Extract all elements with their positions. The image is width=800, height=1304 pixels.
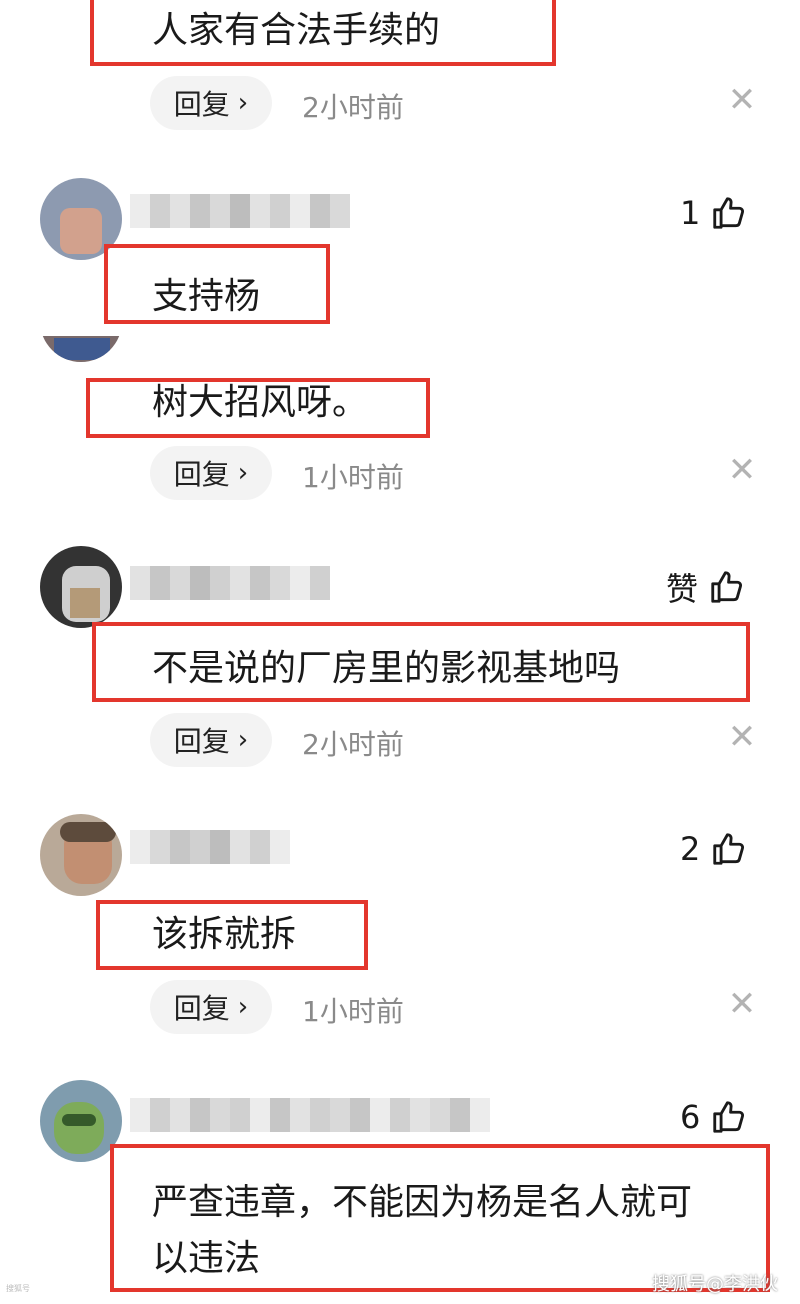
avatar[interactable] (40, 814, 122, 896)
like-count-value: 6 (680, 1098, 701, 1136)
like-count[interactable]: 2 (680, 830, 748, 868)
chevron-right-icon: › (237, 88, 249, 118)
chevron-right-icon: › (237, 725, 249, 755)
watermark: 搜狐号@李洪伙 (652, 1274, 778, 1295)
comment-text: 树大招风呀。 (152, 382, 369, 423)
reply-button[interactable]: 回复 › (150, 76, 272, 130)
close-icon[interactable]: ✕ (722, 984, 762, 1024)
reply-label: 回复 (173, 88, 230, 121)
reply-label: 回复 (173, 725, 230, 758)
username-blurred[interactable] (130, 194, 350, 228)
thumbs-up-icon (713, 833, 745, 865)
like-count[interactable]: 1 (680, 194, 748, 232)
comment-time: 1小时前 (302, 461, 404, 494)
comment-text-line-2: 以违法 (152, 1238, 261, 1279)
comment-time: 2小时前 (302, 91, 404, 124)
comment-text-line-1: 严查违章，不能因为杨是名人就可 (152, 1182, 693, 1223)
comment-text: 人家有合法手续的 (152, 10, 441, 51)
like-count-value: 2 (680, 830, 701, 868)
username-blurred[interactable] (130, 566, 330, 600)
reply-label: 回复 (173, 458, 230, 491)
corner-mark: 搜狐号 (6, 1284, 30, 1293)
username-blurred[interactable] (130, 1098, 490, 1132)
comment-text: 不是说的厂房里的影视基地吗 (152, 648, 621, 689)
close-icon[interactable]: ✕ (722, 80, 762, 120)
like-count[interactable]: 6 (680, 1098, 748, 1136)
avatar[interactable] (40, 546, 122, 628)
thumbs-up-icon (711, 571, 743, 603)
chevron-right-icon: › (237, 458, 249, 488)
chevron-right-icon: › (237, 992, 249, 1022)
reply-button[interactable]: 回复 › (150, 980, 272, 1034)
comment-time: 1小时前 (302, 995, 404, 1028)
like-count[interactable]: 赞 (666, 564, 746, 610)
reply-button[interactable]: 回复 › (150, 713, 272, 767)
close-icon[interactable]: ✕ (722, 717, 762, 757)
comment-text: 支持杨 (152, 276, 261, 317)
comment-time: 2小时前 (302, 728, 404, 761)
comment-text: 该拆就拆 (152, 914, 297, 955)
thumbs-up-icon (713, 1101, 745, 1133)
username-blurred[interactable] (130, 830, 290, 864)
like-count-value: 1 (680, 194, 701, 232)
like-count-value: 赞 (666, 570, 699, 608)
reply-label: 回复 (173, 992, 230, 1025)
close-icon[interactable]: ✕ (722, 450, 762, 490)
thumbs-up-icon (713, 197, 745, 229)
reply-button[interactable]: 回复 › (150, 446, 272, 500)
